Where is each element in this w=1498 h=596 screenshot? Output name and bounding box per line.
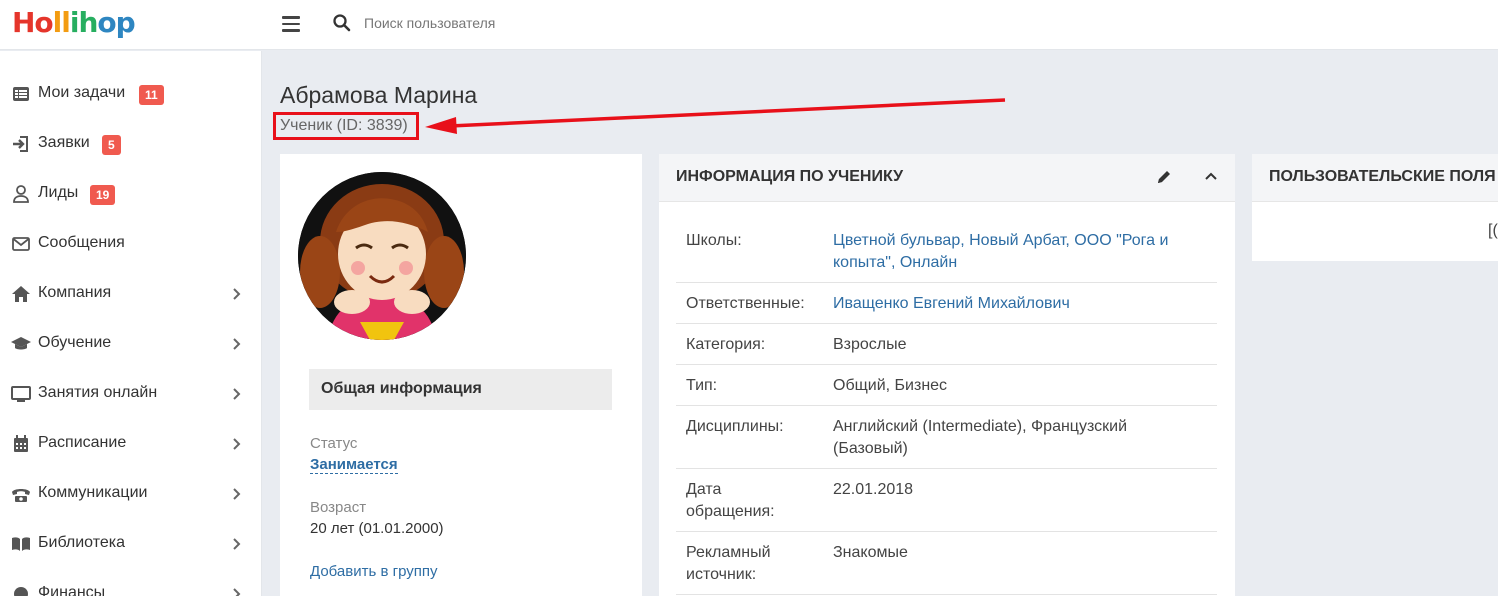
card-title: ИНФОРМАЦИЯ ПО УЧЕНИКУ xyxy=(676,168,904,185)
sidebar-item-label: Мои задачи xyxy=(38,84,126,101)
chevron-right-icon xyxy=(233,438,241,450)
student-info-card: ИНФОРМАЦИЯ ПО УЧЕНИКУ Школы: Цветной бул… xyxy=(659,154,1235,596)
tasks-count-badge: 11 xyxy=(139,85,164,105)
card-title: ПОЛЬЗОВАТЕЛЬСКИЕ ПОЛЯ xyxy=(1269,168,1496,185)
info-value: Общий, Бизнес xyxy=(833,377,948,394)
custom-fields-card: ПОЛЬЗОВАТЕЛЬСКИЕ ПОЛЯ [( xyxy=(1252,154,1498,261)
leads-count-badge: 19 xyxy=(90,185,116,205)
list-icon xyxy=(13,87,29,101)
info-row-responsible: Ответственные: Иващенко Евгений Михайлов… xyxy=(676,283,1217,324)
sidebar-item-leads[interactable]: Лиды 19 xyxy=(0,169,262,219)
info-row-request-date: Дата обращения: 22.01.2018 xyxy=(676,469,1217,532)
requests-count-badge: 5 xyxy=(102,135,121,155)
home-icon xyxy=(12,286,30,302)
chevron-right-icon xyxy=(233,538,241,550)
info-key: Ответственные: xyxy=(686,295,805,312)
graduation-cap-icon xyxy=(11,337,31,350)
menu-toggle-icon[interactable] xyxy=(282,16,300,32)
phone-icon xyxy=(12,489,30,502)
general-info-header: Общая информация xyxy=(309,369,612,410)
student-avatar[interactable] xyxy=(298,172,466,340)
chevron-right-icon xyxy=(233,588,241,596)
sidebar-item-finance[interactable]: Финансы xyxy=(0,569,262,596)
info-row-ad-source: Рекламный источник: Знакомые xyxy=(676,532,1217,595)
info-row-disciplines: Дисциплины: Английский (Intermediate), Ф… xyxy=(676,406,1217,469)
info-value: Знакомые xyxy=(833,544,908,561)
girl-avatar-icon xyxy=(298,172,466,340)
info-key: Рекламный источник: xyxy=(686,544,771,583)
logo-part: Ho xyxy=(12,6,54,39)
profile-card: Общая информация Статус Занимается Возра… xyxy=(280,154,642,596)
status-value-link[interactable]: Занимается xyxy=(310,456,398,474)
sign-in-icon xyxy=(13,136,28,152)
sidebar-item-label: Обучение xyxy=(38,334,112,351)
sidebar-item-requests[interactable]: Заявки 5 xyxy=(0,119,262,169)
envelope-icon xyxy=(12,237,30,251)
info-key: Категория: xyxy=(686,336,766,353)
sidebar-item-label: Занятия онлайн xyxy=(38,384,158,401)
age-value: 20 лет (01.01.2000) xyxy=(310,520,444,537)
sidebar-item-online-lessons[interactable]: Занятия онлайн xyxy=(0,369,262,419)
sidebar-item-schedule[interactable]: Расписание xyxy=(0,419,262,469)
search-icon xyxy=(333,14,351,32)
info-row-type: Тип: Общий, Бизнес xyxy=(676,365,1217,406)
chevron-right-icon xyxy=(233,488,241,500)
user-icon xyxy=(13,185,29,203)
info-key: Дисциплины: xyxy=(686,418,784,435)
info-row-schools: Школы: Цветной бульвар, Новый Арбат, ООО… xyxy=(676,220,1217,283)
user-search-input[interactable] xyxy=(358,10,758,36)
status-label: Статус xyxy=(310,435,358,452)
info-key: Тип: xyxy=(686,377,718,394)
info-value: Взрослые xyxy=(833,336,907,353)
logo-part: ih xyxy=(69,6,99,39)
sidebar: Мои задачи 11 Заявки 5 Лиды 19 Сообщения… xyxy=(0,51,262,596)
sidebar-item-education[interactable]: Обучение xyxy=(0,319,262,369)
info-key: Дата обращения: xyxy=(686,481,775,520)
wallet-icon xyxy=(14,587,28,596)
logo-part: op xyxy=(97,6,135,39)
sidebar-item-label: Компания xyxy=(38,284,112,301)
age-label: Возраст xyxy=(310,499,367,516)
sidebar-item-label: Расписание xyxy=(38,434,127,451)
sidebar-item-label: Сообщения xyxy=(38,234,125,251)
pencil-icon[interactable] xyxy=(1156,169,1172,185)
sidebar-item-library[interactable]: Библиотека xyxy=(0,519,262,569)
chevron-right-icon xyxy=(233,388,241,400)
logo-part: ll xyxy=(52,6,71,39)
sidebar-item-communications[interactable]: Коммуникации xyxy=(0,469,262,519)
sidebar-item-messages[interactable]: Сообщения xyxy=(0,219,262,269)
info-value: Английский (Intermediate), Французский (… xyxy=(833,418,1127,457)
sidebar-item-label: Заявки xyxy=(38,134,90,151)
info-row-category: Категория: Взрослые xyxy=(676,324,1217,365)
info-value: 22.01.2018 xyxy=(833,481,914,498)
sidebar-item-company[interactable]: Компания xyxy=(0,269,262,319)
card-header: ИНФОРМАЦИЯ ПО УЧЕНИКУ xyxy=(659,154,1235,202)
custom-fields-value: [( xyxy=(1488,222,1498,239)
chevron-right-icon xyxy=(233,338,241,350)
sidebar-item-label: Коммуникации xyxy=(38,484,148,501)
sidebar-item-tasks[interactable]: Мои задачи 11 xyxy=(0,69,262,119)
top-bar: Hollihop xyxy=(0,0,1498,50)
card-header: ПОЛЬЗОВАТЕЛЬСКИЕ ПОЛЯ xyxy=(1252,154,1498,202)
chevron-up-icon[interactable] xyxy=(1204,170,1218,182)
info-key: Школы: xyxy=(686,232,742,249)
annotation-arrow-icon xyxy=(425,98,1006,134)
calendar-icon xyxy=(14,435,28,452)
sidebar-item-label: Лиды xyxy=(38,184,79,201)
monitor-icon xyxy=(11,386,31,402)
chevron-right-icon xyxy=(233,288,241,300)
sidebar-item-label: Финансы xyxy=(38,584,106,596)
schools-links[interactable]: Цветной бульвар, Новый Арбат, ООО "Рога … xyxy=(833,230,1203,274)
hollihop-logo[interactable]: Hollihop xyxy=(12,6,136,39)
student-id-subtitle: Ученик (ID: 3839) xyxy=(280,117,408,134)
add-to-group-link[interactable]: Добавить в группу xyxy=(310,563,438,580)
sidebar-item-label: Библиотека xyxy=(38,534,125,551)
responsible-link[interactable]: Иващенко Евгений Михайлович xyxy=(833,293,1203,315)
book-icon xyxy=(12,537,30,551)
